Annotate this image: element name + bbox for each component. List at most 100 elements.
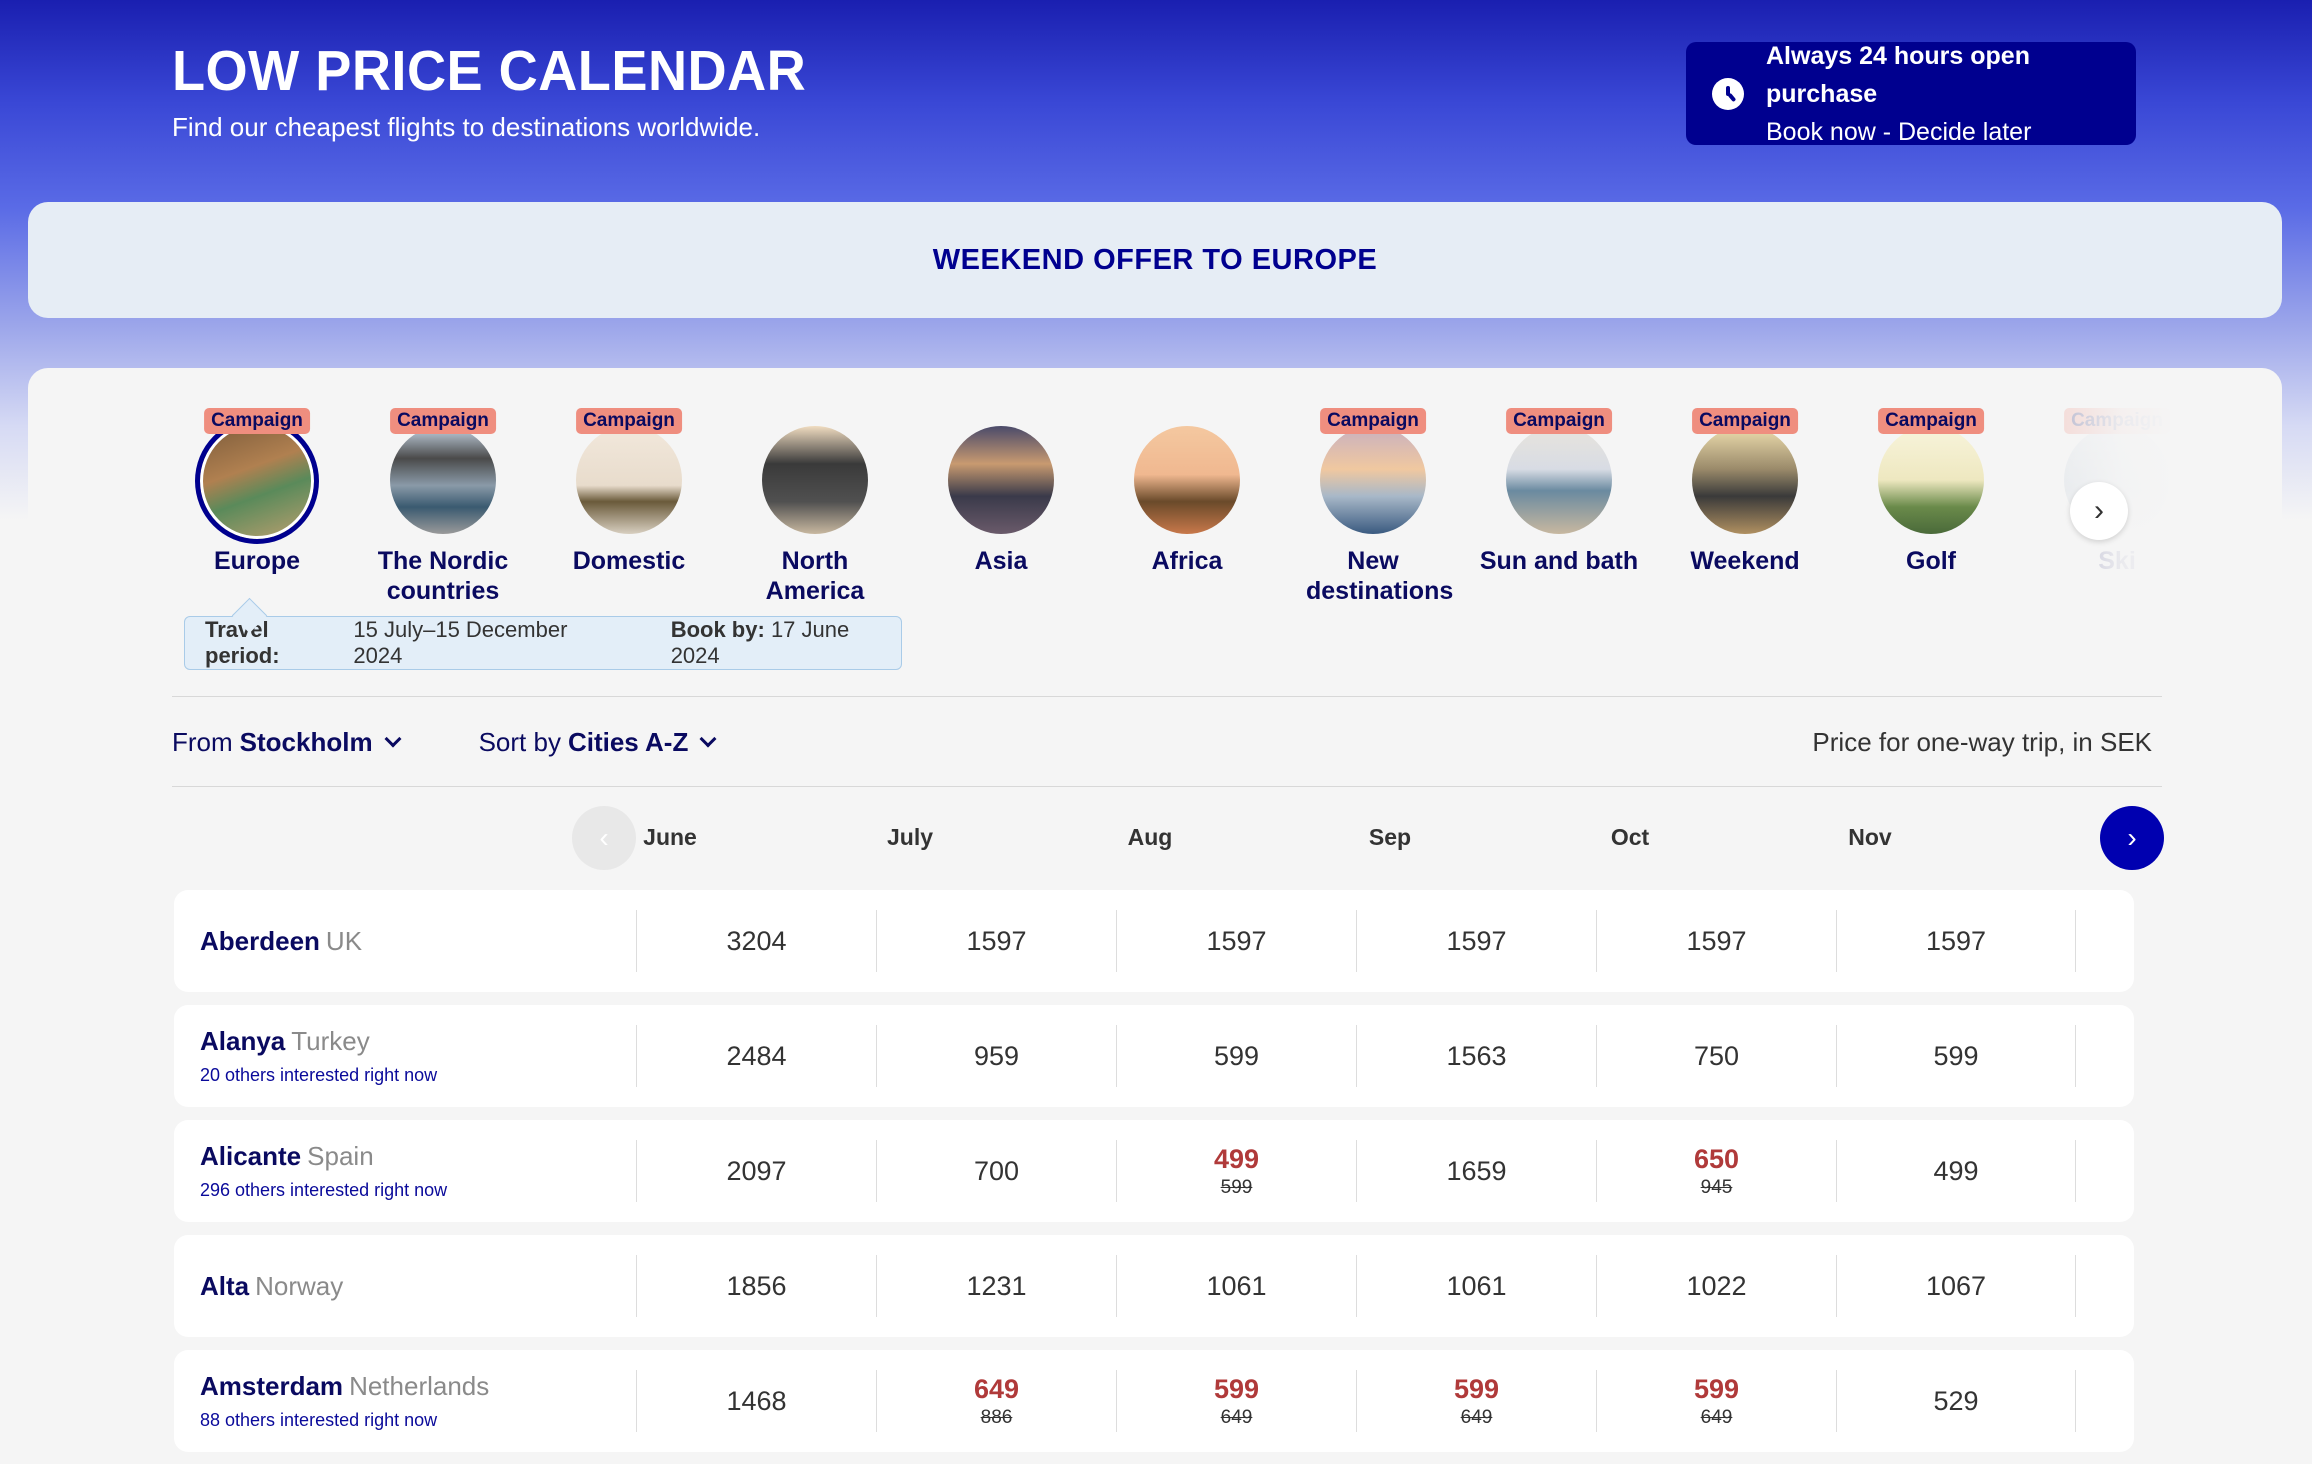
price-cell[interactable]: 599: [1836, 1025, 2076, 1087]
price: 499: [1933, 1155, 1979, 1186]
price-table: Aberdeen UK 3204 1597 1597 1597 1597 1597 Alanya…: [174, 890, 2162, 1464]
sale-price: 649: [973, 1373, 1020, 1404]
book-by-label: Book by:: [670, 617, 765, 642]
price: 529: [1933, 1385, 1979, 1416]
next-months-button[interactable]: ›: [2100, 806, 2164, 870]
price: 1563: [1446, 1040, 1507, 1071]
price: 1659: [1446, 1155, 1507, 1186]
chevron-right-icon: ›: [2127, 822, 2137, 853]
main-panel: Campaign Europe Campaign The Nordic countri…: [28, 368, 2282, 1464]
price-cell[interactable]: 650 945: [1596, 1140, 1836, 1202]
interest-count: 20 others interested right now: [200, 1065, 438, 1085]
category-label: Asia: [974, 547, 1028, 575]
campaign-badge: Campaign: [2064, 408, 2170, 434]
sale-price: 599: [1213, 1373, 1260, 1404]
price-cell[interactable]: 2097: [636, 1140, 876, 1202]
sort-dropdown[interactable]: Sort by Cities A-Z: [479, 726, 717, 758]
category-label: Ski: [2098, 547, 2136, 575]
price-cell[interactable]: 499: [1836, 1140, 2076, 1202]
price-cell[interactable]: 649 886: [876, 1370, 1116, 1432]
price-cell[interactable]: 750: [1596, 1025, 1836, 1087]
table-row[interactable]: Alanya Turkey 20 others interested right n…: [174, 1005, 2134, 1107]
divider: [172, 696, 2162, 697]
price-cell[interactable]: 1597: [1596, 910, 1836, 972]
table-row[interactable]: Alicante Spain 296 others interested right…: [174, 1120, 2134, 1222]
weekend-offer-banner[interactable]: WEEKEND OFFER TO EUROPE: [28, 202, 2282, 318]
price: 1597: [1446, 925, 1507, 956]
category-thumbnail: [576, 426, 682, 534]
price: 1597: [1206, 925, 1267, 956]
chevron-down-icon: [699, 730, 717, 748]
sale-price: 499: [1213, 1143, 1260, 1174]
filter-row: From Stockholm Sort by Cities A-Z Price …: [172, 714, 2162, 770]
offer-banner-label: WEEKEND OFFER TO EUROPE: [932, 243, 1378, 276]
open-purchase-info[interactable]: Always 24 hours open purchase Book now -…: [1686, 42, 2136, 146]
price-cell[interactable]: 2484: [636, 1025, 876, 1087]
price-cell[interactable]: 1022: [1596, 1255, 1836, 1317]
price: 1231: [966, 1270, 1027, 1301]
from-city-dropdown[interactable]: From Stockholm: [172, 726, 402, 758]
price-cell[interactable]: 1597: [1836, 910, 2076, 972]
campaign-badge: Campaign: [576, 408, 682, 434]
city-name: Alanya: [200, 1026, 286, 1056]
country-name: Turkey: [291, 1026, 370, 1056]
price-cell[interactable]: 1061: [1116, 1255, 1356, 1317]
price: 2484: [726, 1040, 787, 1071]
price-cell[interactable]: 1067: [1836, 1255, 2076, 1317]
price-cell[interactable]: 1597: [876, 910, 1116, 972]
category-label: Sun and bath: [1479, 547, 1639, 575]
from-value: Stockholm: [239, 726, 373, 757]
category-carousel: Campaign Europe Campaign The Nordic countri…: [28, 368, 2282, 628]
price-cell[interactable]: 529: [1836, 1370, 2076, 1432]
city-name: Alicante: [200, 1141, 302, 1171]
campaign-badge: Campaign: [1878, 408, 1984, 434]
category-thumbnail: [1506, 426, 1612, 534]
price: 1856: [726, 1270, 787, 1301]
carousel-next-button[interactable]: ›: [2070, 482, 2128, 540]
price: 1597: [966, 925, 1027, 956]
price-cell[interactable]: 1597: [1116, 910, 1356, 972]
category-label: Africa: [1151, 547, 1223, 575]
price-cell[interactable]: 700: [876, 1140, 1116, 1202]
category-thumbnail: [195, 418, 319, 544]
price-cell[interactable]: 1061: [1356, 1255, 1596, 1317]
price-cell[interactable]: 599 649: [1596, 1370, 1836, 1432]
destination-cell: Alanya Turkey 20 others interested right n…: [200, 1005, 437, 1107]
price: 959: [973, 1040, 1020, 1071]
price-cell[interactable]: 599: [1116, 1025, 1356, 1087]
purchase-title: Always 24 hours open purchase: [1766, 41, 2030, 108]
country-name: Norway: [255, 1270, 344, 1301]
price-cell[interactable]: 1563: [1356, 1025, 1596, 1087]
price: 1597: [1686, 925, 1747, 956]
category-label: New destinations: [1306, 547, 1454, 605]
category-label: Domestic: [572, 547, 686, 575]
original-price: 599: [1220, 1176, 1253, 1198]
price-cell[interactable]: 1597: [1356, 910, 1596, 972]
campaign-period-info: Travel period: 15 July–15 December 2024 …: [184, 616, 902, 670]
price-cell[interactable]: 959: [876, 1025, 1116, 1087]
destination-cell: Amsterdam Netherlands 88 others interested…: [200, 1350, 489, 1452]
page-subtitle: Find our cheapest flights to destination…: [172, 112, 761, 142]
price-cell[interactable]: 599 649: [1116, 1370, 1356, 1432]
table-row[interactable]: Amsterdam Netherlands 88 others interested…: [174, 1350, 2134, 1452]
category-label: Golf: [1906, 547, 1956, 575]
table-row[interactable]: Alta Norway 1856 1231 1061 1061 1022 1067: [174, 1235, 2134, 1337]
category-thumbnail: [1320, 426, 1426, 534]
price: 700: [973, 1155, 1020, 1186]
price: 1061: [1446, 1270, 1507, 1301]
price-cell[interactable]: 1659: [1356, 1140, 1596, 1202]
sort-value: Cities A-Z: [567, 726, 689, 757]
price-cell[interactable]: 1468: [636, 1370, 876, 1432]
table-row[interactable]: Aberdeen UK 3204 1597 1597 1597 1597 1597: [174, 890, 2134, 992]
price-cell[interactable]: 499 599: [1116, 1140, 1356, 1202]
country-name: Netherlands: [349, 1371, 490, 1401]
category-thumbnail: [948, 426, 1054, 534]
campaign-badge: Campaign: [390, 408, 496, 434]
price-cell[interactable]: 1231: [876, 1255, 1116, 1317]
price-cell[interactable]: 599 649: [1356, 1370, 1596, 1432]
price-cell[interactable]: 1856: [636, 1255, 876, 1317]
divider: [172, 786, 2162, 787]
price-cell[interactable]: 3204: [636, 910, 876, 972]
category-thumbnail: [1134, 426, 1240, 534]
category-label: Europe: [213, 547, 301, 575]
